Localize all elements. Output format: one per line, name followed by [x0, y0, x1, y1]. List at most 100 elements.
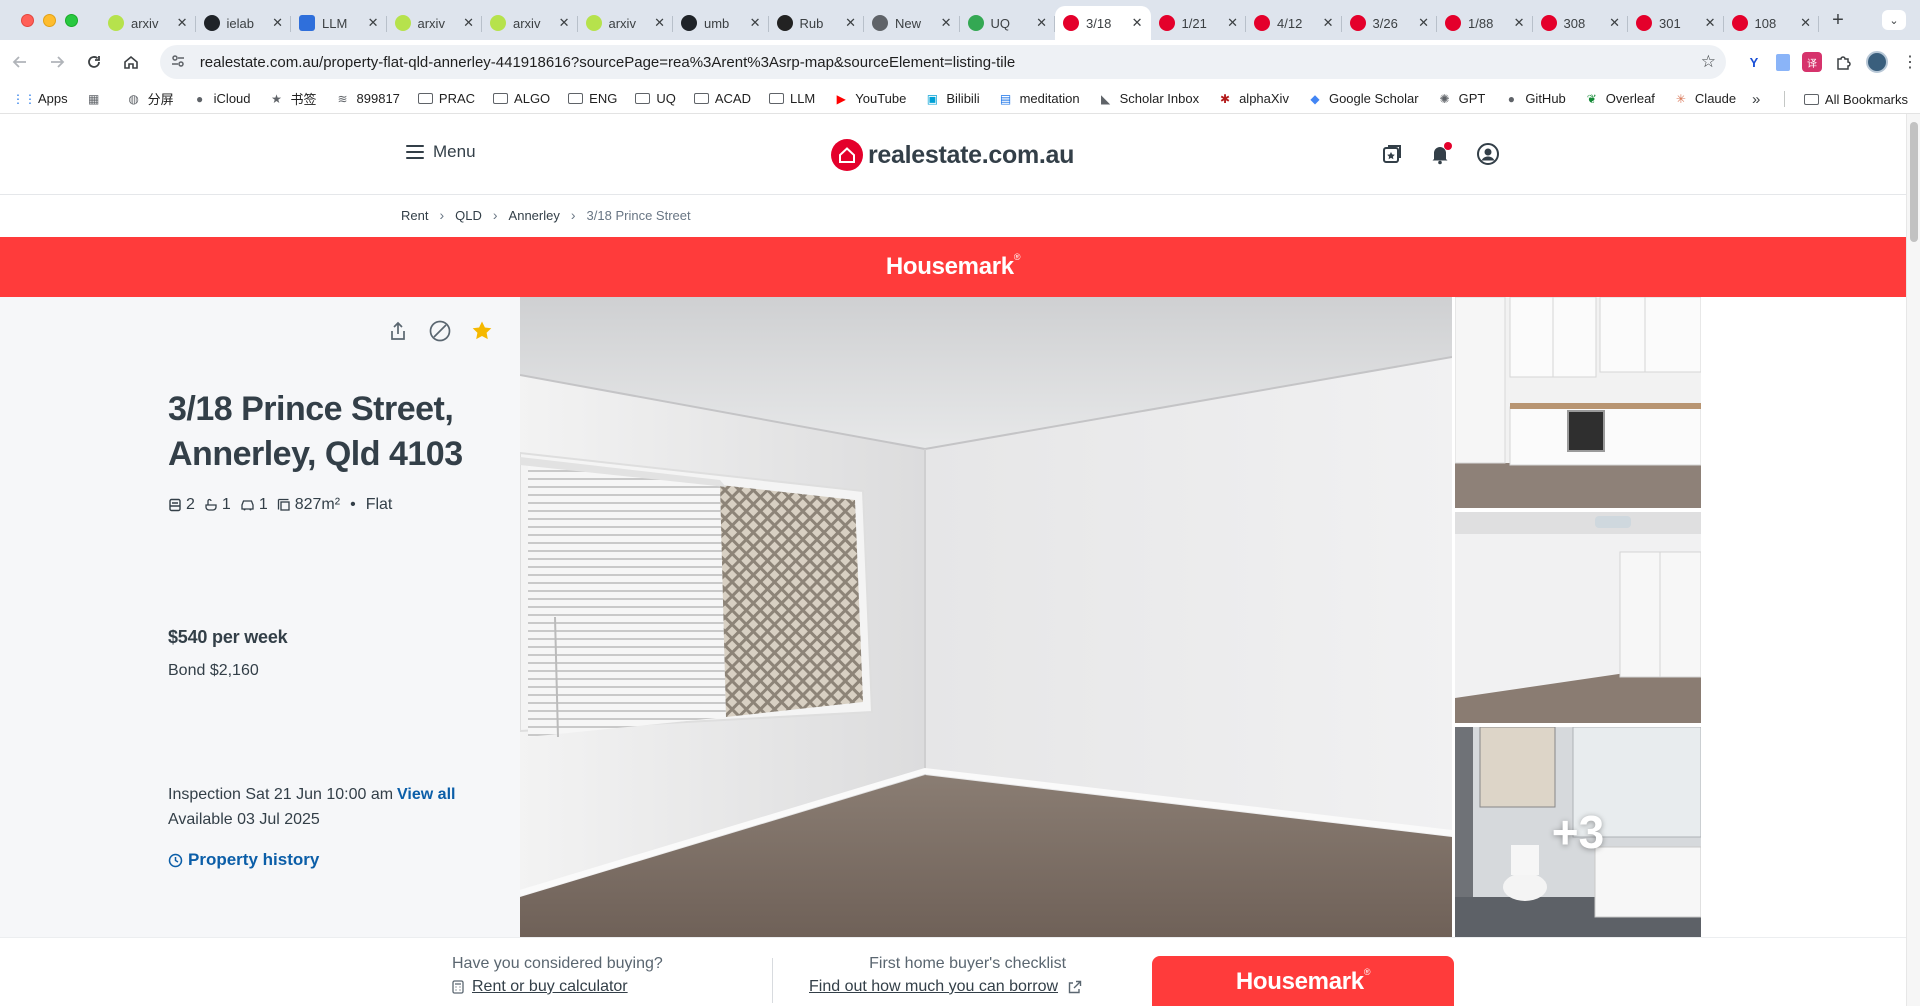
site-info-icon[interactable]	[170, 53, 190, 72]
home-button[interactable]	[115, 45, 148, 79]
bookmark-item[interactable]: ◆ Google Scholar	[1307, 91, 1418, 107]
browser-tab[interactable]: arxiv ✕	[578, 6, 674, 40]
agency-sidebar-banner[interactable]: Housemark®	[1152, 956, 1454, 1006]
bookmark-item[interactable]: ≋ 899817	[335, 91, 400, 107]
browser-tab[interactable]: ielab ✕	[196, 6, 292, 40]
bookmark-item[interactable]: ▤ meditation	[998, 91, 1080, 107]
browser-tab[interactable]: arxiv ✕	[482, 6, 578, 40]
tab-close-icon[interactable]: ✕	[559, 15, 570, 31]
tab-close-icon[interactable]: ✕	[1227, 15, 1238, 31]
browser-menu-icon[interactable]: ⋮	[1900, 52, 1920, 72]
back-button[interactable]	[4, 45, 37, 79]
browser-tab[interactable]: 3/18 ✕	[1055, 6, 1151, 40]
tab-close-icon[interactable]: ✕	[1036, 15, 1047, 31]
minimize-window-button[interactable]	[43, 13, 56, 27]
bookmark-item[interactable]: ✺ GPT	[1437, 91, 1486, 107]
browser-tab[interactable]: 1/21 ✕	[1151, 6, 1247, 40]
forward-button[interactable]	[41, 45, 74, 79]
vpn-extension-icon[interactable]: Y	[1744, 52, 1764, 72]
borrowing-power-link[interactable]: Find out how much you can borrow	[809, 978, 1082, 996]
browser-tab[interactable]: 308 ✕	[1533, 6, 1629, 40]
bathroom-thumbnail[interactable]: +3	[1455, 727, 1701, 937]
tab-close-icon[interactable]: ✕	[654, 15, 665, 31]
bookmark-item[interactable]: ✱ alphaXiv	[1217, 91, 1289, 107]
tab-close-icon[interactable]: ✕	[1418, 15, 1429, 31]
browser-tab[interactable]: 108 ✕	[1724, 6, 1820, 40]
account-icon[interactable]	[1476, 142, 1500, 166]
maximize-window-button[interactable]	[65, 13, 78, 27]
tab-close-icon[interactable]: ✕	[1609, 15, 1620, 31]
bookmark-item[interactable]: LLM	[768, 91, 815, 106]
browser-tab[interactable]: 3/26 ✕	[1342, 6, 1438, 40]
doc-extension-icon[interactable]	[1775, 53, 1790, 71]
tab-close-icon[interactable]: ✕	[1323, 15, 1334, 31]
tab-close-icon[interactable]: ✕	[1514, 15, 1525, 31]
bell-icon[interactable]	[1428, 142, 1452, 166]
scrollbar-thumb[interactable]	[1910, 122, 1918, 242]
tab-close-icon[interactable]: ✕	[1132, 15, 1143, 31]
bookmark-item[interactable]: ★ 书签	[269, 89, 316, 108]
browser-tab[interactable]: New ✕	[864, 6, 960, 40]
saved-searches-icon[interactable]	[1380, 142, 1404, 166]
browser-tab[interactable]: UQ ✕	[960, 6, 1056, 40]
translate-extension-icon[interactable]: 译	[1801, 52, 1822, 72]
all-bookmarks-button[interactable]: All Bookmarks	[1803, 84, 1908, 114]
tab-close-icon[interactable]: ✕	[941, 15, 952, 31]
more-bookmarks-button[interactable]: »	[1752, 84, 1760, 114]
page-scrollbar[interactable]	[1906, 114, 1920, 1006]
url-text[interactable]: realestate.com.au/property-flat-qld-anne…	[200, 54, 1701, 71]
tab-close-icon[interactable]: ✕	[845, 15, 856, 31]
bedroom-thumbnail[interactable]	[1455, 512, 1701, 723]
bookmark-item[interactable]: ● iCloud	[192, 91, 250, 107]
bookmark-item[interactable]: ◍ 分屏	[126, 89, 173, 108]
bookmark-item[interactable]: ▣ Bilibili	[924, 91, 980, 107]
kitchen-thumbnail[interactable]	[1455, 297, 1701, 508]
breadcrumb-state[interactable]: QLD	[455, 208, 482, 223]
browser-tab[interactable]: 301 ✕	[1628, 6, 1724, 40]
bookmark-item[interactable]: ▶ YouTube	[833, 91, 907, 107]
share-icon[interactable]	[386, 319, 410, 343]
breadcrumb-suburb[interactable]: Annerley	[509, 208, 560, 223]
favourite-star-icon[interactable]	[470, 319, 494, 343]
browser-tab[interactable]: Rub ✕	[769, 6, 865, 40]
tab-close-icon[interactable]: ✕	[750, 15, 761, 31]
tab-close-icon[interactable]: ✕	[177, 15, 188, 31]
tab-close-icon[interactable]: ✕	[368, 15, 379, 31]
tab-close-icon[interactable]: ✕	[272, 15, 283, 31]
browser-tab[interactable]: umb ✕	[673, 6, 769, 40]
bookmark-item[interactable]: ▦	[86, 91, 108, 107]
bookmark-item[interactable]: ENG	[568, 91, 617, 106]
hide-listing-icon[interactable]	[428, 319, 452, 343]
tab-close-icon[interactable]: ✕	[1800, 15, 1811, 31]
browser-tab[interactable]: LLM ✕	[291, 6, 387, 40]
bookmark-item[interactable]: ALGO	[493, 91, 550, 106]
menu-button[interactable]: Menu	[406, 142, 476, 162]
rent-or-buy-calculator-link[interactable]: Rent or buy calculator	[452, 978, 663, 996]
tab-search-icon[interactable]: ⌄	[1882, 10, 1906, 30]
bookmark-item[interactable]: UQ	[635, 91, 676, 106]
bookmark-item[interactable]: PRAC	[417, 91, 475, 106]
bookmark-item[interactable]: ● GitHub	[1503, 91, 1566, 107]
site-logo[interactable]: realestate.com.au	[831, 139, 1074, 171]
bookmark-item[interactable]: ❦ Overleaf	[1584, 91, 1655, 107]
view-all-inspections-link[interactable]: View all	[397, 786, 455, 803]
address-bar[interactable]: realestate.com.au/property-flat-qld-anne…	[159, 45, 1726, 79]
close-window-button[interactable]	[21, 13, 34, 27]
profile-avatar[interactable]	[1865, 51, 1888, 73]
agency-banner[interactable]: Housemark®	[0, 237, 1906, 297]
browser-tab[interactable]: 4/12 ✕	[1246, 6, 1342, 40]
bookmark-item[interactable]: ACAD	[693, 91, 751, 106]
bookmark-item[interactable]: ⋮⋮ Apps	[12, 91, 68, 107]
new-tab-button[interactable]: +	[1823, 5, 1853, 35]
browser-tab[interactable]: arxiv ✕	[387, 6, 483, 40]
extensions-puzzle-icon[interactable]	[1834, 52, 1854, 72]
property-history-link[interactable]: Property history	[168, 850, 319, 870]
reload-button[interactable]	[78, 45, 111, 79]
bookmark-item[interactable]: ◣ Scholar Inbox	[1098, 91, 1199, 107]
tab-close-icon[interactable]: ✕	[1705, 15, 1716, 31]
browser-tab[interactable]: 1/88 ✕	[1437, 6, 1533, 40]
bookmark-star-icon[interactable]: ☆	[1701, 52, 1716, 72]
main-listing-photo[interactable]	[520, 297, 1452, 937]
tab-close-icon[interactable]: ✕	[463, 15, 474, 31]
bookmark-item[interactable]: ✳ Claude	[1673, 91, 1736, 107]
